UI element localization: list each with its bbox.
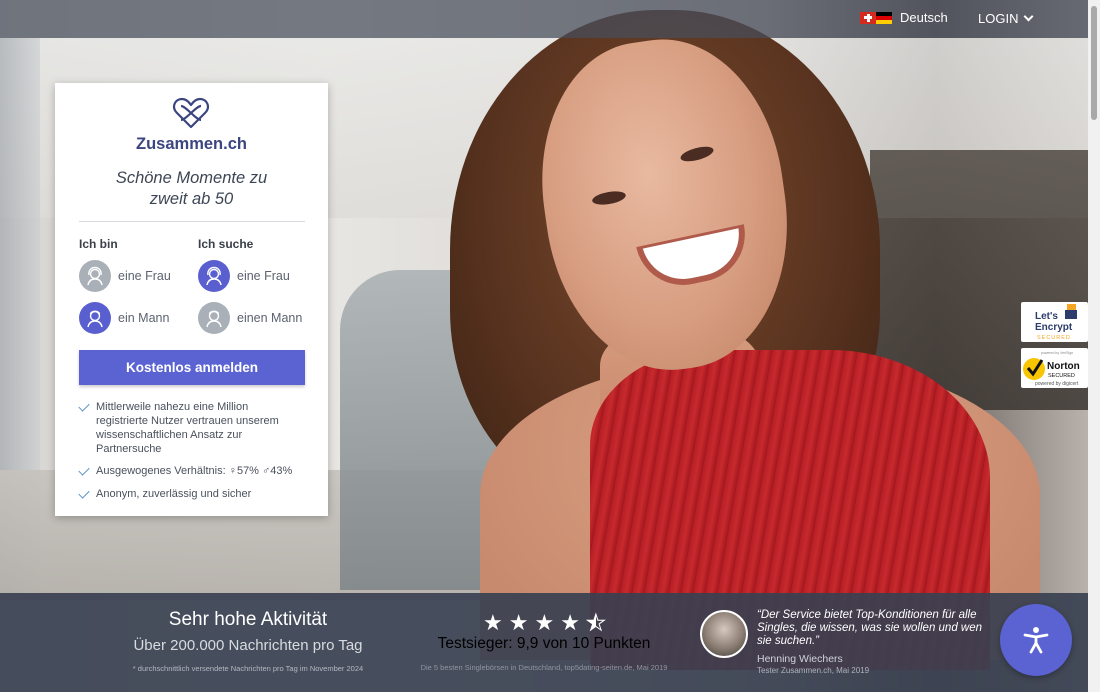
page-scrollbar[interactable] xyxy=(1088,0,1100,692)
seeking-woman-option[interactable]: eine Frau xyxy=(198,260,290,292)
benefit-text: Ausgewogenes Verhältnis: ♀57% ♂43% xyxy=(96,465,293,477)
woman-avatar-icon xyxy=(79,260,111,292)
language-selector[interactable]: Deutsch xyxy=(860,10,948,25)
letsencrypt-badge[interactable]: Let's Encrypt SECURED xyxy=(1021,302,1088,342)
reviewer-role: Tester Zusammen.ch, Mai 2019 xyxy=(757,666,870,675)
tagline-line-2: zweit ab 50 xyxy=(149,190,234,208)
check-icon xyxy=(78,464,90,476)
check-icon xyxy=(78,400,90,412)
login-button[interactable]: LOGIN xyxy=(978,11,1034,26)
letsencrypt-line-1: Let's xyxy=(1035,311,1058,322)
woman-avatar-icon xyxy=(198,260,230,292)
benefit-text: Anonym, zuverlässig und sicher xyxy=(96,488,252,500)
seeking-man-label: einen Mann xyxy=(237,311,303,325)
check-icon xyxy=(78,487,90,499)
chevron-down-icon xyxy=(1024,11,1034,22)
card-divider xyxy=(79,221,305,222)
rating-stars: ★ ★ ★ ★ ★★ xyxy=(483,610,606,636)
accessibility-button[interactable] xyxy=(1000,604,1072,676)
i-am-man-label: ein Mann xyxy=(118,311,170,325)
signup-button[interactable]: Kostenlos anmelden xyxy=(79,350,305,385)
score-footnote: Die 5 besten Singlebörsen in Deutschland… xyxy=(420,663,668,672)
benefit-item: Mittlerweile nahezu eine Million registr… xyxy=(78,400,299,456)
norton-line-1: Norton xyxy=(1047,361,1080,372)
man-avatar-icon xyxy=(198,302,230,334)
letsencrypt-line-2: Encrypt xyxy=(1035,322,1073,333)
test-score: Testsieger: 9,9 von 10 Punkten xyxy=(437,635,651,652)
norton-bottom-text: powered by digicert xyxy=(1035,381,1079,387)
seeking-woman-label: eine Frau xyxy=(237,269,290,283)
tagline: Schöne Momente zu zweit ab 50 xyxy=(55,168,328,210)
benefit-text: Mittlerweile nahezu eine Million registr… xyxy=(96,401,279,455)
seeking-heading: Ich suche xyxy=(198,237,254,251)
norton-line-2: SECURED xyxy=(1048,373,1075,379)
star-icon: ★ xyxy=(560,610,580,635)
reviewer-name: Henning Wiechers xyxy=(757,653,843,665)
norton-top-text: powered by VeriSign xyxy=(1041,351,1073,355)
benefit-item: Ausgewogenes Verhältnis: ♀57% ♂43% xyxy=(78,464,305,478)
reviewer-photo xyxy=(700,610,748,658)
letsencrypt-line-3: SECURED xyxy=(1037,335,1071,341)
swiss-flag-icon xyxy=(860,11,876,24)
infinity-heart-logo-icon xyxy=(173,97,209,129)
i-am-woman-option[interactable]: eine Frau xyxy=(79,260,171,292)
star-icon: ★ xyxy=(508,610,529,635)
half-star-icon: ★★ xyxy=(585,610,606,636)
activity-footnote: * durchschnittlich versendete Nachrichte… xyxy=(132,664,364,673)
accessibility-icon xyxy=(1023,627,1049,654)
activity-title: Sehr hohe Aktivität xyxy=(168,609,328,630)
tagline-line-1: Schöne Momente zu xyxy=(115,169,268,187)
scrollbar-thumb[interactable] xyxy=(1091,6,1097,120)
i-am-woman-label: eine Frau xyxy=(118,269,171,283)
man-avatar-icon xyxy=(79,302,111,334)
norton-badge[interactable]: powered by VeriSign Norton SECURED power… xyxy=(1021,348,1088,388)
brand-name: Zusammen.ch xyxy=(136,135,247,153)
review-quote: “Der Service bietet Top-Konditionen für … xyxy=(757,609,983,647)
german-flag-icon xyxy=(876,11,892,24)
i-am-heading: Ich bin xyxy=(79,237,118,251)
i-am-man-option[interactable]: ein Mann xyxy=(79,302,169,334)
seeking-man-option[interactable]: einen Mann xyxy=(198,302,302,334)
star-icon: ★ xyxy=(483,610,503,635)
star-icon: ★ xyxy=(534,610,555,635)
activity-subtitle: Über 200.000 Nachrichten pro Tag xyxy=(133,637,363,654)
login-label: LOGIN xyxy=(978,11,1019,26)
language-label: Deutsch xyxy=(900,10,948,25)
benefit-item: Anonym, zuverlässig und sicher xyxy=(78,487,305,501)
